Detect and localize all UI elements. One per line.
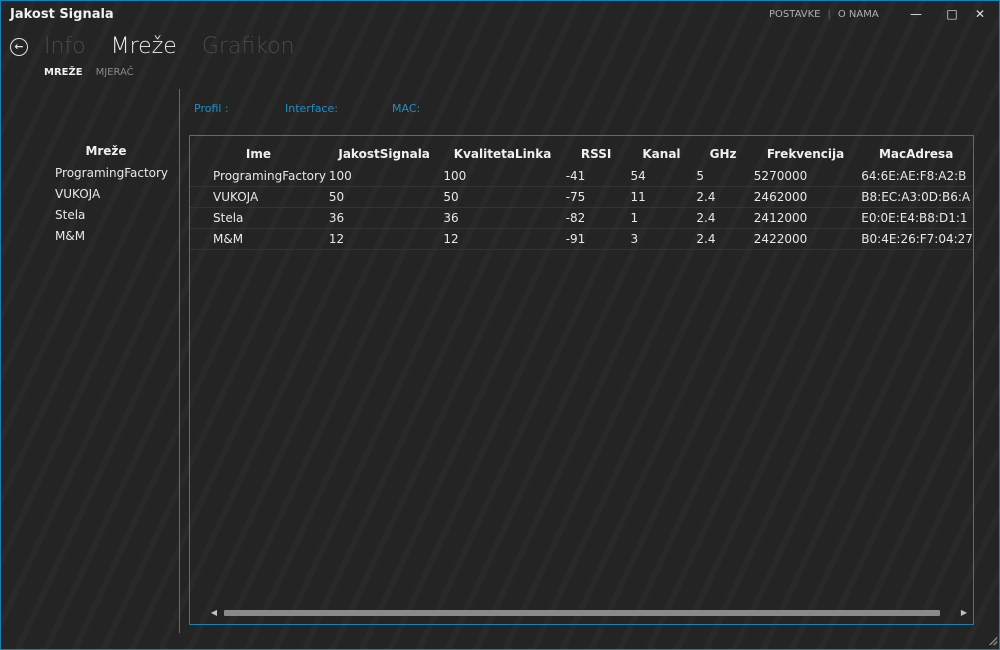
- network-list-item[interactable]: VUKOJA: [55, 184, 176, 205]
- table-row[interactable]: VUKOJA 50 50 -75 11 2.4 2462000 B8:EC:A3…: [190, 186, 973, 208]
- table-cell: 2412000: [751, 207, 860, 229]
- table-row[interactable]: M&M 12 12 -91 3 2.4 2422000 B0:4E:26:F7:…: [190, 228, 973, 250]
- mac-label: MAC:: [392, 102, 421, 115]
- table-cell: 64:6E:AE:F8:A2:B: [859, 166, 973, 187]
- close-icon[interactable]: ✕: [967, 5, 993, 23]
- top-links: POSTAVKE | O NAMA: [769, 9, 879, 20]
- table-cell: 3: [628, 228, 695, 250]
- column-header-ime[interactable]: Ime: [190, 142, 327, 166]
- column-header-jakost-signala[interactable]: JakostSignala: [327, 142, 442, 166]
- app-title: Jakost Signala: [10, 7, 114, 22]
- sub-tabs: MREŽE MJERAČ: [44, 67, 134, 78]
- minimize-icon[interactable]: —: [903, 5, 929, 23]
- tab-mreze[interactable]: Mreže: [111, 34, 177, 59]
- table-cell: B8:EC:A3:0D:B6:A: [859, 186, 973, 208]
- network-list-header: Mreže: [85, 144, 127, 158]
- table-cell: 100: [441, 166, 564, 187]
- settings-link[interactable]: POSTAVKE: [769, 9, 821, 20]
- app-window: Jakost Signala POSTAVKE | O NAMA — □ ✕ ←…: [0, 0, 1000, 650]
- subtab-mreze[interactable]: MREŽE: [44, 67, 83, 78]
- table-cell: 2422000: [751, 228, 860, 250]
- networks-table: Ime JakostSignala KvalitetaLinka RSSI Ka…: [190, 142, 973, 250]
- interface-label: Interface:: [285, 102, 338, 115]
- resize-grip-icon[interactable]: [989, 637, 997, 645]
- table-cell: VUKOJA: [190, 186, 327, 208]
- tab-grafikon[interactable]: Grafikon: [202, 34, 295, 59]
- column-header-frekvencija[interactable]: Frekvencija: [752, 142, 859, 166]
- table-cell: 5270000: [751, 166, 860, 187]
- table-cell: 50: [326, 186, 442, 208]
- network-list-item[interactable]: M&M: [55, 226, 176, 247]
- network-list-item[interactable]: Stela: [55, 205, 176, 226]
- table-cell: 1: [628, 207, 695, 229]
- table-cell: -91: [563, 228, 629, 250]
- table-header-row: Ime JakostSignala KvalitetaLinka RSSI Ka…: [190, 142, 973, 166]
- maximize-icon[interactable]: □: [939, 5, 965, 23]
- table-row[interactable]: ProgramingFactory 100 100 -41 54 5 52700…: [190, 166, 973, 187]
- table-cell: 2.4: [694, 228, 752, 250]
- table-cell: -41: [563, 166, 629, 187]
- table-cell: 11: [628, 186, 695, 208]
- table-cell: 12: [441, 228, 564, 250]
- column-header-mac-adresa[interactable]: MacAdresa: [859, 142, 973, 166]
- table-cell: 54: [628, 166, 695, 187]
- table-cell: 50: [441, 186, 564, 208]
- column-header-kanal[interactable]: Kanal: [629, 142, 695, 166]
- subtab-mjerac[interactable]: MJERAČ: [96, 67, 134, 78]
- scroll-right-icon[interactable]: ▶: [959, 607, 969, 619]
- table-cell: ProgramingFactory: [190, 166, 327, 187]
- tab-info[interactable]: Info: [44, 34, 86, 59]
- network-list-panel: Mreže ProgramingFactory VUKOJA Stela M&M: [46, 144, 176, 247]
- column-header-kvaliteta-linka[interactable]: KvalitetaLinka: [441, 142, 563, 166]
- back-arrow-icon[interactable]: ←: [10, 38, 28, 56]
- table-cell: 5: [694, 166, 752, 187]
- table-cell: 36: [441, 207, 564, 229]
- table-cell: 36: [326, 207, 442, 229]
- panel-divider: [179, 89, 180, 633]
- table-cell: 12: [326, 228, 442, 250]
- table-cell: -82: [563, 207, 629, 229]
- main-tabs: Info Mreže Grafikon: [44, 34, 295, 59]
- table-row[interactable]: Stela 36 36 -82 1 2.4 2412000 E0:0E:E4:B…: [190, 207, 973, 229]
- scroll-left-icon[interactable]: ◀: [209, 607, 219, 619]
- column-header-rssi[interactable]: RSSI: [564, 142, 629, 166]
- table-cell: B0:4E:26:F7:04:27: [859, 228, 973, 250]
- table-cell: 2.4: [694, 207, 752, 229]
- table-cell: -75: [563, 186, 629, 208]
- column-header-ghz[interactable]: GHz: [694, 142, 751, 166]
- table-cell: 100: [326, 166, 442, 187]
- profile-label: Profil :: [194, 102, 229, 115]
- table-cell: 2.4: [694, 186, 752, 208]
- about-link[interactable]: O NAMA: [838, 9, 879, 20]
- table-cell: 2462000: [751, 186, 860, 208]
- scrollbar-thumb[interactable]: [224, 610, 940, 616]
- networks-table-container: Ime JakostSignala KvalitetaLinka RSSI Ka…: [189, 135, 974, 625]
- table-cell: E0:0E:E4:B8:D1:1: [859, 207, 973, 229]
- table-cell: Stela: [190, 207, 327, 229]
- horizontal-scrollbar[interactable]: ◀ ▶: [209, 607, 969, 619]
- link-separator: |: [827, 9, 831, 20]
- table-cell: M&M: [190, 228, 327, 250]
- network-list-item[interactable]: ProgramingFactory: [55, 163, 176, 184]
